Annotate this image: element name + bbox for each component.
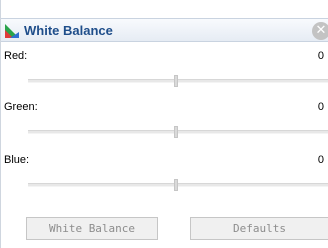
white-balance-button[interactable]: White Balance xyxy=(26,217,158,240)
green-label: Green: xyxy=(4,101,38,113)
red-value: 0 xyxy=(317,50,324,62)
white-balance-panel: White Balance ✕ Red: 0 Green: 0 Blue: 0 … xyxy=(0,0,328,248)
red-slider-thumb[interactable] xyxy=(174,75,178,87)
blue-slider[interactable] xyxy=(28,179,328,191)
slider-track xyxy=(28,183,328,187)
color-triangle-icon xyxy=(4,23,20,39)
green-value: 0 xyxy=(317,101,324,113)
green-slider-thumb[interactable] xyxy=(174,126,178,138)
green-slider[interactable] xyxy=(28,126,328,138)
title-bar: White Balance ✕ xyxy=(1,18,328,42)
blue-value: 0 xyxy=(317,154,324,166)
slider-track xyxy=(28,79,328,83)
close-icon[interactable]: ✕ xyxy=(312,22,328,40)
red-label: Red: xyxy=(4,50,28,62)
red-slider[interactable] xyxy=(28,75,328,87)
defaults-button[interactable]: Defaults xyxy=(190,217,328,240)
blue-label: Blue: xyxy=(4,154,30,166)
blue-slider-thumb[interactable] xyxy=(174,179,178,191)
slider-track xyxy=(28,130,328,134)
window-title: White Balance xyxy=(24,23,113,38)
